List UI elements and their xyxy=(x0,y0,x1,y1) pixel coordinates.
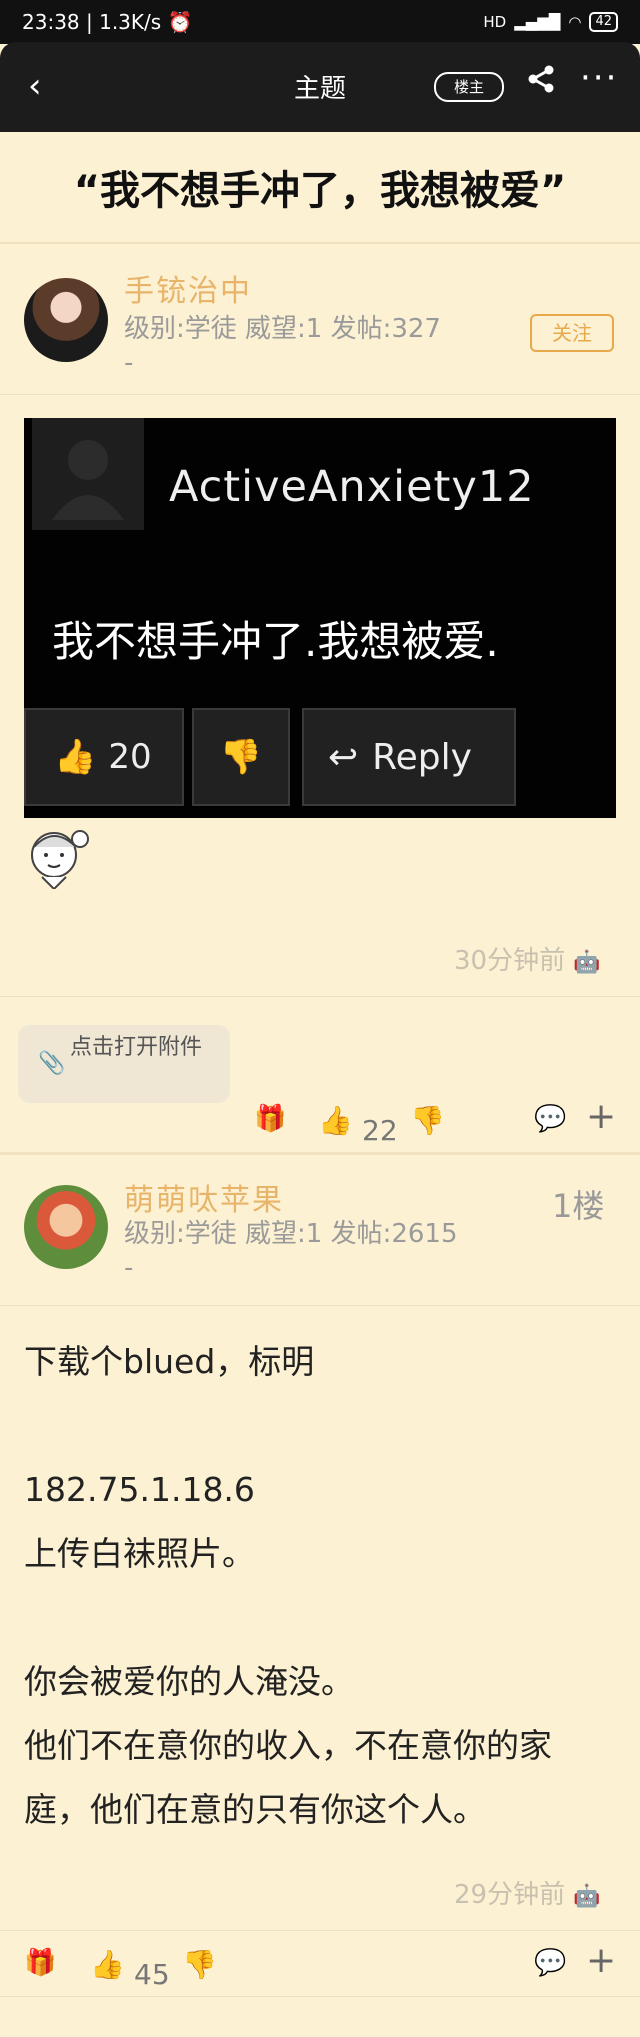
cell-signal-icon: ▂▄▆█ xyxy=(514,13,561,31)
default-avatar-icon xyxy=(32,418,144,530)
post-2: 萌萌呔苹果 级别:学徒 威望:1 发帖:2615 - 1楼 xyxy=(0,1155,640,1306)
post-time: 30分钟前 🤖 xyxy=(454,946,601,976)
comment-icon[interactable]: 💬 xyxy=(534,1948,566,1978)
post-action-bar: 🎁 👍 22 👎 💬 + xyxy=(0,1096,640,1147)
paperclip-icon: 📎 xyxy=(38,1051,66,1076)
thumbs-up-button: 👍 20 xyxy=(24,708,184,806)
post-image[interactable]: ActiveAnxiety12 我不想手冲了.我想被爱. 👍 20 👎 ↩ Re… xyxy=(24,418,616,818)
dislike-icon[interactable]: 👎 xyxy=(182,1948,217,1981)
reply-arrow-icon: ↩ xyxy=(328,736,359,778)
share-icon[interactable] xyxy=(526,64,556,102)
divider xyxy=(0,1930,640,1931)
vote-count: 45 xyxy=(134,1958,170,1991)
status-bar: 23:38 | 1.3K/s ⏰ HD ▂▄▆█ ◠ 42 xyxy=(0,0,640,44)
user-info: 级别:学徒 威望:1 发帖:2615 - xyxy=(124,1219,458,1283)
plus-icon[interactable]: + xyxy=(586,1096,616,1137)
gift-icon[interactable]: 🎁 xyxy=(24,1948,56,1978)
commenter-name: ActiveAnxiety12 xyxy=(169,462,535,512)
status-time: 23:38 | 1.3K/s ⏰ xyxy=(22,10,193,34)
thumbs-up-icon: 👍 xyxy=(54,737,97,777)
plus-icon[interactable]: + xyxy=(586,1940,616,1981)
avatar[interactable] xyxy=(24,278,108,362)
gift-icon[interactable]: 🎁 xyxy=(254,1104,286,1134)
like-icon[interactable]: 👍 xyxy=(318,1104,353,1137)
post-header: 萌萌呔苹果 级别:学徒 威望:1 发帖:2615 - 1楼 xyxy=(0,1155,640,1306)
attachment-button[interactable]: 📎 点击打开附件 xyxy=(18,1025,230,1103)
divider xyxy=(0,996,640,997)
post-action-bar: 🎁 👍 45 👎 💬 + xyxy=(0,1940,640,1991)
follow-button[interactable]: 关注 xyxy=(530,314,614,352)
dislike-icon[interactable]: 👎 xyxy=(410,1104,445,1137)
more-icon[interactable]: ··· xyxy=(580,58,618,98)
user-info: 级别:学徒 威望:1 发帖:327 - xyxy=(124,314,441,378)
thread-title: “我不想手冲了，我想被爱” xyxy=(0,132,640,244)
thumbs-down-button: 👎 xyxy=(192,708,290,806)
comment-icon[interactable]: 💬 xyxy=(534,1104,566,1134)
avatar[interactable] xyxy=(24,1185,108,1269)
divider xyxy=(0,1996,640,1997)
post-time: 29分钟前 🤖 xyxy=(454,1880,601,1910)
android-icon: 🤖 xyxy=(573,1884,601,1909)
thumbs-down-icon: 👎 xyxy=(219,737,263,777)
comment-text: 我不想手冲了.我想被爱. xyxy=(52,617,499,666)
battery-icon: 42 xyxy=(589,12,618,32)
top-navbar: ‹ 主题 楼主 ··· xyxy=(0,42,640,132)
username[interactable]: 萌萌呔苹果 xyxy=(124,1175,284,1219)
signal-icon: HD xyxy=(483,13,507,31)
android-icon: 🤖 xyxy=(573,950,601,975)
like-icon[interactable]: 👍 xyxy=(90,1948,125,1981)
reply-button: ↩ Reply xyxy=(302,708,516,806)
post-content: 下载个blued，标明 182.75.1.18.6 上传白袜照片。 你会被爱你的… xyxy=(24,1342,552,1829)
wifi-icon: ◠ xyxy=(568,13,582,31)
floor-number: 1楼 xyxy=(552,1187,605,1225)
username[interactable]: 手铳治中 xyxy=(124,266,252,310)
owner-only-button[interactable]: 楼主 xyxy=(434,72,504,102)
sticker-image xyxy=(24,825,100,893)
post-header: 手铳治中 级别:学徒 威望:1 发帖:327 - 关注 xyxy=(0,244,640,395)
vote-count: 22 xyxy=(362,1114,398,1147)
